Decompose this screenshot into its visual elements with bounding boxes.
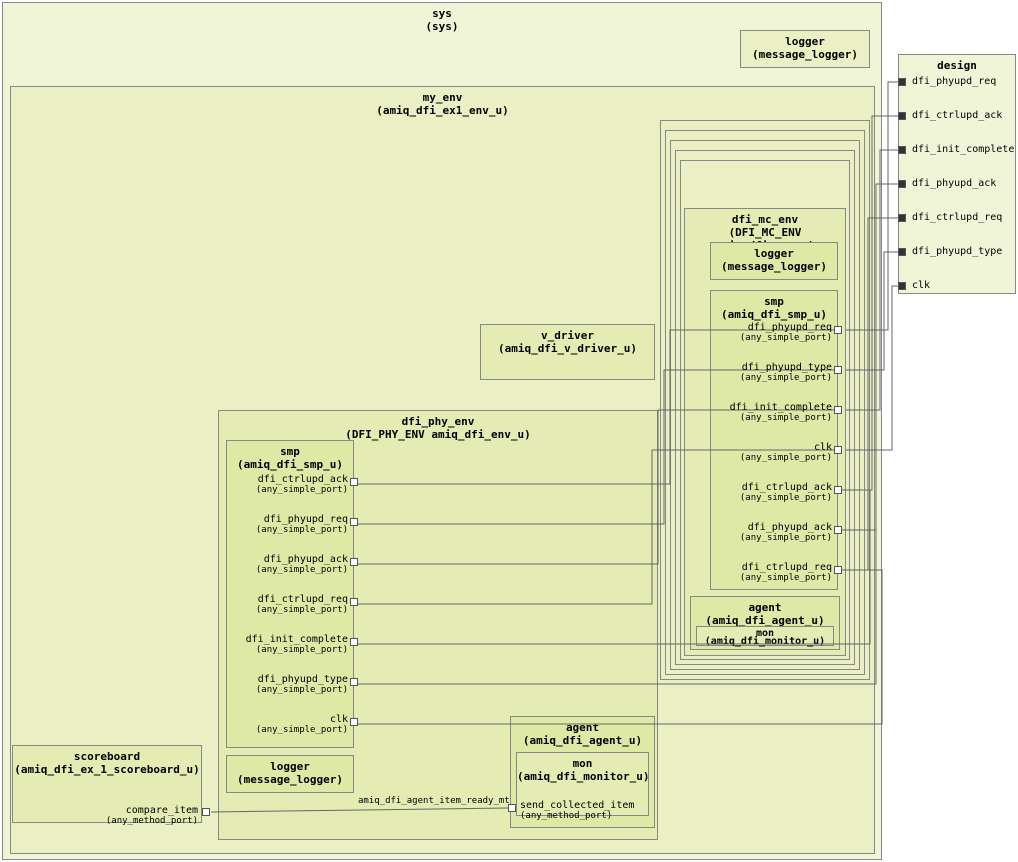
mc-logger-type: (message_logger) bbox=[711, 260, 837, 273]
phy-logger-title: logger bbox=[227, 756, 353, 773]
mc-logger-title: logger bbox=[711, 243, 837, 260]
my-env-type: (amiq_dfi_ex1_env_u) bbox=[11, 104, 874, 117]
phy-agent-mon-port-type: (any_method_port) bbox=[520, 811, 640, 821]
mc-smp-port-handle-dfi_phyupd_req bbox=[834, 326, 842, 334]
phy-agent-type: (amiq_dfi_agent_u) bbox=[511, 734, 654, 747]
phy-smp-port-dfi_phyupd_ack: dfi_phyupd_ack(any_simple_port) bbox=[228, 554, 348, 575]
phy-smp-port-handle-dfi_phyupd_type bbox=[350, 678, 358, 686]
design-port-handle-dfi_phyupd_type bbox=[898, 248, 906, 256]
phy-agent-mon-type: (amiq_dfi_monitor_u) bbox=[517, 770, 648, 783]
scoreboard-port-label: compare_item bbox=[60, 805, 198, 816]
scoreboard-port-type: (any_method_port) bbox=[60, 816, 198, 826]
dfi-phy-env-title: dfi_phy_env bbox=[219, 411, 657, 428]
mc-smp-port-handle-dfi_ctrlupd_req bbox=[834, 566, 842, 574]
mc-smp-port-handle-dfi_phyupd_type bbox=[834, 366, 842, 374]
mc-smp-port-dfi_phyupd_type: dfi_phyupd_type(any_simple_port) bbox=[712, 362, 832, 383]
scoreboard-port: compare_item (any_method_port) bbox=[60, 805, 198, 826]
mc-agent-mon-type: (amiq_dfi_monitor_u) bbox=[696, 636, 834, 647]
design-title: design bbox=[899, 55, 1015, 72]
design-port-label-dfi_ctrlupd_req: dfi_ctrlupd_req bbox=[912, 212, 1002, 223]
phy-smp-port-dfi_init_complete: dfi_init_complete(any_simple_port) bbox=[228, 634, 348, 655]
mc-smp-port-dfi_phyupd_ack: dfi_phyupd_ack(any_simple_port) bbox=[712, 522, 832, 543]
phy-smp-port-handle-clk bbox=[350, 718, 358, 726]
phy-smp-port-handle-dfi_ctrlupd_ack bbox=[350, 478, 358, 486]
mc-smp-port-dfi_ctrlupd_ack: dfi_ctrlupd_ack(any_simple_port) bbox=[712, 482, 832, 503]
mc-smp-port-handle-dfi_ctrlupd_ack bbox=[834, 486, 842, 494]
scoreboard-port-handle bbox=[202, 808, 210, 816]
v-driver-title: v_driver bbox=[481, 325, 654, 342]
design-port-label-dfi_init_complete: dfi_init_complete bbox=[912, 144, 1014, 155]
sys-title: sys bbox=[3, 3, 881, 20]
mc-smp-port-clk: clk(any_simple_port) bbox=[712, 442, 832, 463]
phy-wire-label: amiq_dfi_agent_item_ready_mt bbox=[358, 796, 510, 806]
design-port-handle-clk bbox=[898, 282, 906, 290]
phy-smp-type: (amiq_dfi_smp_u) bbox=[227, 458, 353, 471]
sys-logger-title: logger bbox=[741, 31, 869, 48]
phy-smp-port-handle-dfi_ctrlupd_req bbox=[350, 598, 358, 606]
phy-logger-box: logger (message_logger) bbox=[226, 755, 354, 793]
design-port-label-dfi_phyupd_ack: dfi_phyupd_ack bbox=[912, 178, 996, 189]
mc-smp-port-handle-clk bbox=[834, 446, 842, 454]
mc-smp-port-dfi_init_complete: dfi_init_complete(any_simple_port) bbox=[712, 402, 832, 423]
mc-smp-port-handle-dfi_init_complete bbox=[834, 406, 842, 414]
mc-smp-type: (amiq_dfi_smp_u) bbox=[711, 308, 837, 321]
phy-agent-mon-port: send_collected_item (any_method_port) bbox=[520, 800, 640, 821]
design-port-handle-dfi_init_complete bbox=[898, 146, 906, 154]
phy-agent-mon-port-label: send_collected_item bbox=[520, 800, 640, 811]
scoreboard-type: (amiq_dfi_ex_1_scoreboard_u) bbox=[13, 763, 201, 776]
phy-smp-port-handle-dfi_phyupd_req bbox=[350, 518, 358, 526]
phy-smp-port-handle-dfi_init_complete bbox=[350, 638, 358, 646]
design-port-handle-dfi_phyupd_ack bbox=[898, 180, 906, 188]
phy-smp-port-dfi_phyupd_req: dfi_phyupd_req(any_simple_port) bbox=[228, 514, 348, 535]
mc-logger-box: logger (message_logger) bbox=[710, 242, 838, 280]
mc-smp-port-handle-dfi_phyupd_ack bbox=[834, 526, 842, 534]
design-port-handle-dfi_ctrlupd_req bbox=[898, 214, 906, 222]
dfi-mc-env-title: dfi_mc_env bbox=[685, 209, 845, 226]
design-port-label-dfi_phyupd_req: dfi_phyupd_req bbox=[912, 76, 996, 87]
sys-logger-box: logger (message_logger) bbox=[740, 30, 870, 68]
phy-smp-port-handle-dfi_phyupd_ack bbox=[350, 558, 358, 566]
mc-agent-title: agent bbox=[691, 597, 839, 614]
phy-smp-port-dfi_ctrlupd_req: dfi_ctrlupd_req(any_simple_port) bbox=[228, 594, 348, 615]
v-driver-box: v_driver (amiq_dfi_v_driver_u) bbox=[480, 324, 655, 380]
design-box: design bbox=[898, 54, 1016, 294]
v-driver-type: (amiq_dfi_v_driver_u) bbox=[481, 342, 654, 355]
my-env-title: my_env bbox=[11, 87, 874, 104]
mc-smp-title: smp bbox=[711, 291, 837, 308]
phy-agent-mon-title: mon bbox=[517, 753, 648, 770]
phy-smp-port-clk: clk(any_simple_port) bbox=[228, 714, 348, 735]
sys-logger-type: (message_logger) bbox=[741, 48, 869, 61]
design-port-label-dfi_ctrlupd_ack: dfi_ctrlupd_ack bbox=[912, 110, 1002, 121]
mc-smp-port-dfi_ctrlupd_req: dfi_ctrlupd_req(any_simple_port) bbox=[712, 562, 832, 583]
phy-smp-title: smp bbox=[227, 441, 353, 458]
phy-smp-port-dfi_ctrlupd_ack: dfi_ctrlupd_ack(any_simple_port) bbox=[228, 474, 348, 495]
phy-smp-port-dfi_phyupd_type: dfi_phyupd_type(any_simple_port) bbox=[228, 674, 348, 695]
design-port-label-dfi_phyupd_type: dfi_phyupd_type bbox=[912, 246, 1002, 257]
phy-agent-title: agent bbox=[511, 717, 654, 734]
phy-logger-type: (message_logger) bbox=[227, 773, 353, 786]
mc-smp-port-dfi_phyupd_req: dfi_phyupd_req(any_simple_port) bbox=[712, 322, 832, 343]
design-port-handle-dfi_phyupd_req bbox=[898, 78, 906, 86]
design-port-handle-dfi_ctrlupd_ack bbox=[898, 112, 906, 120]
design-port-label-clk: clk bbox=[912, 280, 930, 291]
scoreboard-title: scoreboard bbox=[13, 746, 201, 763]
